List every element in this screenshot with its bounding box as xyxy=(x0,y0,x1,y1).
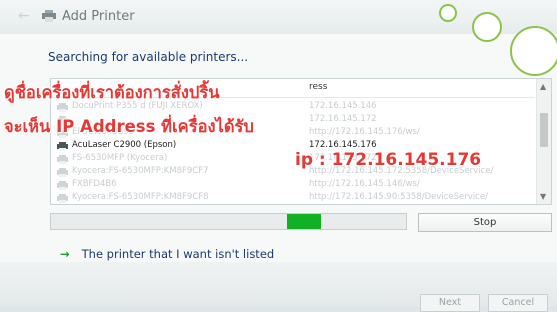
printer-icon xyxy=(57,155,68,164)
scroll-thumb[interactable] xyxy=(540,113,548,147)
printer-address: 172.16.145.172 xyxy=(309,114,377,124)
scroll-up-icon[interactable]: ▲ xyxy=(540,82,546,91)
annotation-line-2: จะเห็น IP Address ที่เครื่องได้รับ xyxy=(4,117,254,136)
stop-button[interactable]: Stop xyxy=(418,213,552,232)
decor-circle-small xyxy=(439,4,457,22)
decor-circle-medium xyxy=(472,12,502,42)
printer-row[interactable]: FXBFD4B6 http://172.16.145.146/ws/ xyxy=(51,178,535,192)
back-arrow-icon[interactable]: ← xyxy=(18,9,32,23)
next-button[interactable]: Next xyxy=(420,294,480,312)
annotation-line-1: ดูชื่อเครื่องที่เราต้องการสั่งปริ้น xyxy=(4,83,220,102)
not-listed-label: The printer that I want isn't listed xyxy=(81,247,275,261)
printer-address: 172.16.145.146 xyxy=(309,101,377,111)
printer-not-listed-link[interactable]: → The printer that I want isn't listed xyxy=(60,247,274,261)
printer-icon xyxy=(57,142,68,151)
printer-icon xyxy=(42,10,56,22)
printer-address: http://172.16.145.90:5358/DeviceService/ xyxy=(309,192,488,202)
printer-icon xyxy=(57,168,68,177)
vertical-scrollbar[interactable]: ▲ ▼ xyxy=(536,79,551,204)
printer-address: http://172.16.145.146/ws/ xyxy=(309,179,420,189)
cancel-button[interactable]: Cancel xyxy=(488,294,548,312)
printer-name: FS-6530MFP (Kyocera) xyxy=(72,153,168,163)
progress-fill xyxy=(287,214,321,229)
printer-icon xyxy=(57,181,68,190)
printer-name: Kyocera:FS-6530MFP:KM8F9CF8 xyxy=(72,192,209,202)
printer-icon xyxy=(57,194,68,203)
decor-circle-large xyxy=(510,26,557,76)
green-arrow-icon: → xyxy=(60,247,70,261)
printer-name: AcuLaser C2900 (Epson) xyxy=(72,140,177,150)
address-column-header[interactable]: ress xyxy=(309,82,327,92)
printer-row[interactable]: Kyocera:FS-6530MFP:KM8F9CF8 http://172.16… xyxy=(51,191,535,204)
scroll-down-icon[interactable]: ▼ xyxy=(540,192,546,201)
printer-name: Kyocera:FS-6530MFP:KM8F9CF7 xyxy=(72,166,209,176)
search-progress-bar xyxy=(50,213,407,230)
window-title: Add Printer xyxy=(62,9,135,24)
annotation-ip: ip : 172.16.145.176 xyxy=(295,150,482,170)
printer-name: FXBFD4B6 xyxy=(72,179,117,189)
searching-heading: Searching for available printers... xyxy=(48,50,249,64)
printer-address: 172.16.145.176 xyxy=(309,140,377,150)
printer-address: http://172.16.145.176/ws/ xyxy=(309,127,420,137)
